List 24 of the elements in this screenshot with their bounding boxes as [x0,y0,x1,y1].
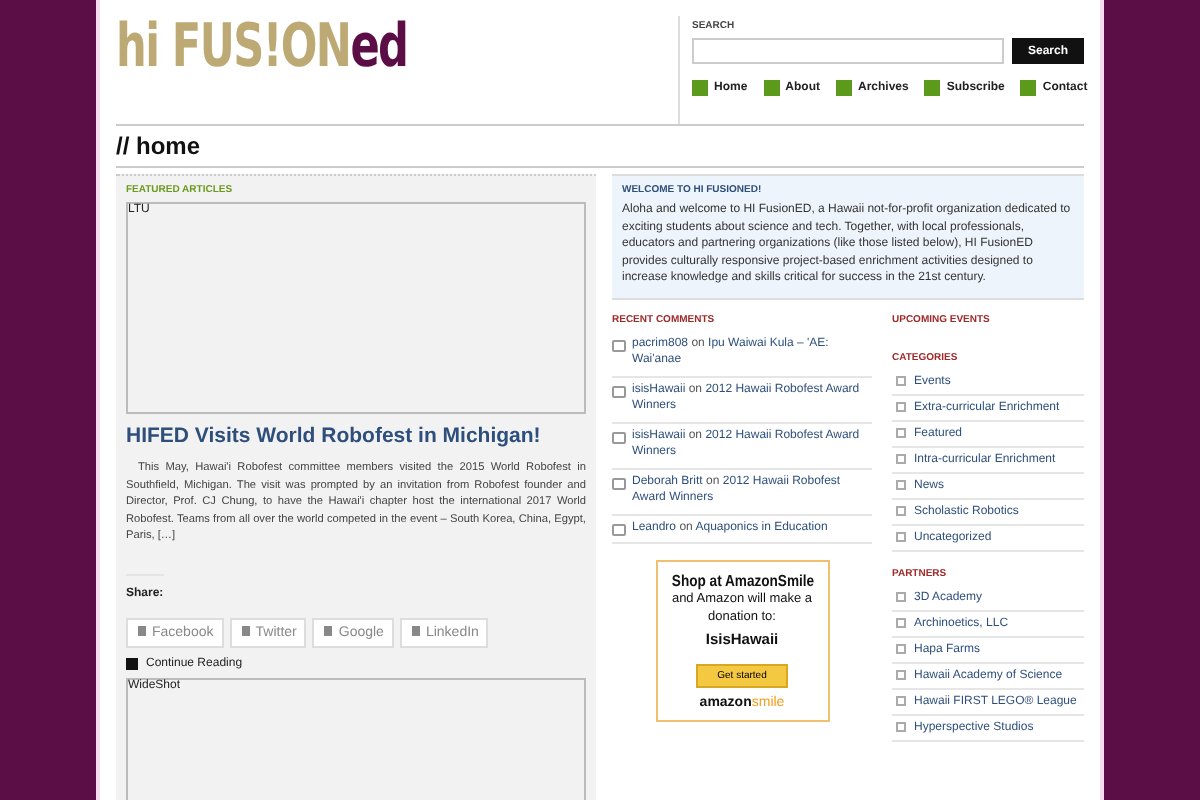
comment-icon [612,477,626,489]
search-field[interactable] [692,38,1004,64]
page-title: // home [116,124,1084,168]
logo[interactable]: hi FUS!ONed [116,12,408,124]
bullet-icon [896,618,906,628]
continue-icon [126,657,138,670]
bullet-icon [896,532,906,542]
comment-icon [612,431,626,443]
bullet-icon [896,428,906,438]
bullet-icon [896,644,906,654]
bullet-icon [896,402,906,412]
bullet-icon [896,696,906,706]
bullet-icon [896,480,906,490]
comment-icon [612,339,626,351]
article-title[interactable]: HIFED Visits World Robofest in Michigan! [126,424,586,448]
bullet-icon [896,376,906,386]
bullet-icon [896,722,906,732]
bullet-icon [896,454,906,464]
bullet-icon [896,592,906,602]
bullet-icon [896,506,906,516]
comment-icon [612,385,626,397]
bullet-icon [896,670,906,680]
comment-icon [612,523,626,535]
banner-headline: Shop at AmazonSmile [669,572,815,590]
